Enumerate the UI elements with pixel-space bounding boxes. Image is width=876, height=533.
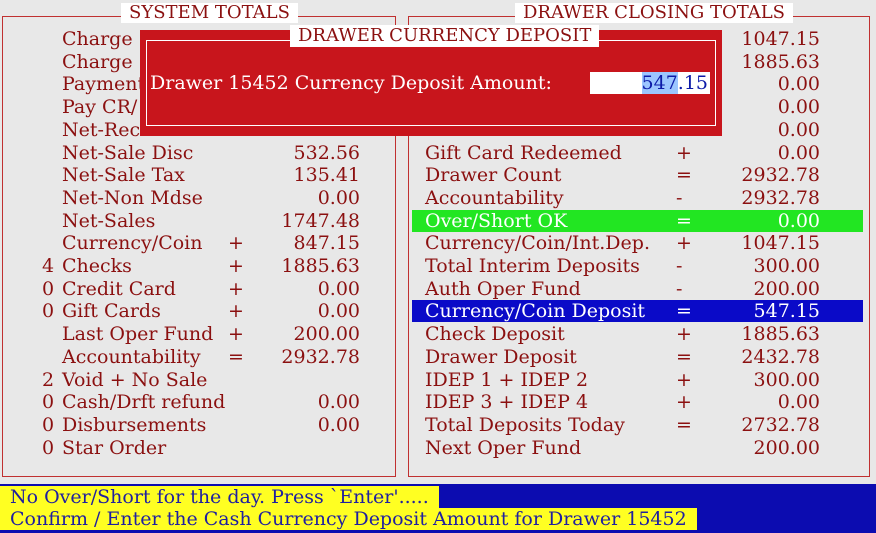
drawer-closing-title: DRAWER CLOSING TOTALS xyxy=(515,3,794,23)
drawer-label: Auth Oper Fund xyxy=(425,277,581,300)
deposit-amount-rest: .15 xyxy=(677,72,708,94)
drawer-op: = xyxy=(676,413,692,436)
drawer-value: 2732.78 xyxy=(741,413,820,436)
drawer-value: 2932.78 xyxy=(741,164,820,187)
drawer-value: 200.00 xyxy=(753,277,820,300)
drawer-value: 547.15 xyxy=(753,300,820,323)
drawer-closing-row: Total Deposits Today = 2732.78 xyxy=(0,414,876,436)
drawer-closing-row: IDEP 1 + IDEP 2 +300.00 xyxy=(0,369,876,391)
dialog-title: DRAWER CURRENCY DEPOSIT xyxy=(290,25,600,47)
currency-deposit-dialog: DRAWER CURRENCY DEPOSIT Drawer 15452 Cur… xyxy=(140,25,722,136)
drawer-label: Next Oper Fund xyxy=(425,436,582,459)
drawer-closing-row: Accountability - 2932.78 xyxy=(0,187,876,209)
drawer-closing-row: Currency/Coin/Int.Dep. +1047.15 xyxy=(0,232,876,254)
drawer-closing-row: Total Interim Deposits - 300.00 xyxy=(0,255,876,277)
drawer-op: = xyxy=(676,300,692,323)
drawer-closing-row: Over/Short OK = 0.00 xyxy=(0,210,876,232)
drawer-value: 0.00 xyxy=(777,141,820,164)
drawer-label: Drawer Count xyxy=(425,164,562,187)
system-totals-title: SYSTEM TOTALS xyxy=(121,3,298,23)
drawer-value: 0.00 xyxy=(777,118,820,141)
drawer-op: + xyxy=(676,368,692,391)
drawer-label: Currency/Coin/Int.Dep. xyxy=(425,232,650,255)
drawer-closing-row: Next Oper Fund 200.00 xyxy=(0,437,876,459)
drawer-op: + xyxy=(676,391,692,414)
drawer-label: Accountability xyxy=(425,186,564,209)
status-instruction: Confirm / Enter the Cash Currency Deposi… xyxy=(0,508,697,530)
deposit-amount-input[interactable]: 547.15 xyxy=(590,72,710,94)
drawer-closing-row: Drawer Count = 2932.78 xyxy=(0,164,876,186)
drawer-value: 2932.78 xyxy=(741,186,820,209)
drawer-closing-row: Currency/Coin Deposit = 547.15 xyxy=(0,300,876,322)
drawer-value: 1047.15 xyxy=(741,232,820,255)
drawer-value: 0.00 xyxy=(777,209,820,232)
drawer-value: 0.00 xyxy=(777,96,820,119)
drawer-op: + xyxy=(676,232,692,255)
deposit-amount-selected: 547 xyxy=(641,72,678,94)
drawer-label: Over/Short OK xyxy=(425,209,568,232)
drawer-closing-row: Drawer Deposit = 2432.78 xyxy=(0,346,876,368)
drawer-op: - xyxy=(676,277,683,300)
drawer-op: - xyxy=(676,186,683,209)
drawer-op: + xyxy=(676,141,692,164)
drawer-closing-row: Gift Card Redeemed +0.00 xyxy=(0,142,876,164)
drawer-op: = xyxy=(676,164,692,187)
drawer-label: Drawer Deposit xyxy=(425,345,577,368)
drawer-op: = xyxy=(676,345,692,368)
drawer-value: 1047.15 xyxy=(741,28,820,50)
drawer-label: Currency/Coin Deposit xyxy=(425,300,646,323)
drawer-op: = xyxy=(676,209,692,232)
drawer-value: 300.00 xyxy=(753,255,820,277)
drawer-label: IDEP 3 + IDEP 4 xyxy=(425,391,589,414)
drawer-closing-row: IDEP 3 + IDEP 4 +0.00 xyxy=(0,391,876,413)
dialog-prompt: Drawer 15452 Currency Deposit Amount: xyxy=(150,72,552,94)
drawer-value: 200.00 xyxy=(753,436,820,459)
status-message: No Over/Short for the day. Press `Enter'… xyxy=(0,486,439,508)
drawer-value: 300.00 xyxy=(753,368,820,391)
drawer-label: IDEP 1 + IDEP 2 xyxy=(425,368,589,391)
drawer-value: 1885.63 xyxy=(741,323,820,346)
drawer-value: 1885.63 xyxy=(741,50,820,73)
drawer-label: Gift Card Redeemed xyxy=(425,141,622,164)
drawer-value: 0.00 xyxy=(777,73,820,96)
drawer-label: Total Deposits Today xyxy=(425,413,625,436)
drawer-label: Total Interim Deposits xyxy=(425,255,640,277)
drawer-closing-row: Auth Oper Fund - 200.00 xyxy=(0,278,876,300)
drawer-value: 0.00 xyxy=(777,391,820,414)
drawer-op: - xyxy=(676,255,683,277)
drawer-closing-row: Check Deposit +1885.63 xyxy=(0,323,876,345)
drawer-value: 2432.78 xyxy=(741,345,820,368)
drawer-label: Check Deposit xyxy=(425,323,565,346)
drawer-op: + xyxy=(676,323,692,346)
